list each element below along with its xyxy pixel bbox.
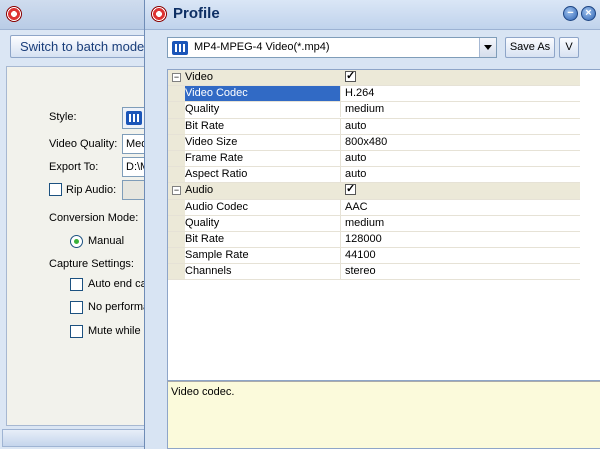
property-name: Sample Rate	[185, 248, 341, 264]
dialog-titlebar: Profile − ×	[145, 0, 600, 30]
property-value[interactable]: 44100	[345, 248, 376, 263]
property-value[interactable]: medium	[345, 102, 384, 117]
manual-radio[interactable]	[70, 235, 83, 248]
property-name: Quality	[185, 102, 341, 118]
property-name: Video Codec	[185, 86, 341, 102]
property-grid-rows: −VideoVideo CodecH.264QualitymediumBit R…	[168, 69, 580, 281]
property-row[interactable]: Aspect Ratio auto	[168, 167, 580, 184]
property-value[interactable]: auto	[345, 119, 366, 134]
app-logo-icon	[6, 6, 22, 22]
style-picker[interactable]	[122, 107, 146, 129]
description-panel: Video codec.	[167, 381, 600, 449]
property-row[interactable]: Quality medium	[168, 215, 580, 232]
collapse-icon[interactable]: −	[172, 186, 181, 196]
property-value[interactable]: stereo	[345, 264, 376, 279]
minimize-icon[interactable]: −	[563, 6, 578, 21]
property-category-row[interactable]: − Video	[168, 69, 580, 87]
app-logo-icon	[151, 6, 167, 22]
style-label: Style:	[49, 111, 77, 123]
chevron-down-icon[interactable]	[479, 38, 496, 57]
dialog-title: Profile	[173, 5, 220, 22]
property-category-row[interactable]: − Audio	[168, 182, 580, 200]
save-as-button[interactable]: Save As	[505, 37, 555, 58]
property-value[interactable]: medium	[345, 216, 384, 231]
property-row[interactable]: Video Size 800x480	[168, 134, 580, 151]
rip-audio-label: Rip Audio:	[66, 184, 117, 196]
mute-checkbox[interactable]	[70, 325, 83, 338]
conversion-mode-label: Conversion Mode:	[49, 212, 139, 224]
property-value[interactable]: auto	[345, 151, 366, 166]
switch-batch-mode-button[interactable]: Switch to batch mode	[10, 35, 150, 58]
category-enable-checkbox[interactable]	[345, 69, 356, 82]
video-quality-label: Video Quality:	[49, 138, 118, 150]
property-value[interactable]: 800x480	[345, 135, 387, 150]
export-to-label: Export To:	[49, 161, 99, 173]
property-name: Bit Rate	[185, 118, 341, 134]
property-name: Audio Codec	[185, 199, 341, 215]
property-row[interactable]: Frame Rate auto	[168, 150, 580, 168]
property-name: Audio	[185, 183, 341, 199]
property-name: Bit Rate	[185, 231, 341, 247]
collapse-icon[interactable]: −	[172, 73, 181, 82]
film-icon	[126, 111, 142, 125]
status-bar	[2, 429, 152, 447]
property-value[interactable]: 128000	[345, 232, 382, 247]
property-name: Frame Rate	[185, 150, 341, 166]
property-row[interactable]: Bit Rate 128000	[168, 231, 580, 249]
property-row[interactable]: Sample Rate 44100	[168, 248, 580, 265]
property-row[interactable]: Channels stereo	[168, 264, 580, 281]
v-button[interactable]: V	[559, 37, 579, 58]
property-row[interactable]: Audio Codec AAC	[168, 199, 580, 216]
profile-dialog: Profile − × MP4-MPEG-4 Video(*.mp4) Save…	[144, 0, 600, 449]
category-enable-checkbox[interactable]	[345, 182, 356, 196]
auto-end-checkbox[interactable]	[70, 278, 83, 291]
property-name: Channels	[185, 264, 341, 280]
format-select[interactable]: MP4-MPEG-4 Video(*.mp4)	[167, 37, 497, 58]
property-name: Video	[185, 70, 341, 85]
property-name: Quality	[185, 215, 341, 231]
close-icon[interactable]: ×	[581, 6, 596, 21]
property-row[interactable]: Bit Rate auto	[168, 118, 580, 135]
property-name: Video Size	[185, 134, 341, 150]
capture-settings-label: Capture Settings:	[49, 258, 134, 270]
format-value: MP4-MPEG-4 Video(*.mp4)	[194, 41, 330, 53]
property-value[interactable]: AAC	[345, 200, 368, 215]
no-performance-checkbox[interactable]	[70, 301, 83, 314]
property-row[interactable]: Quality medium	[168, 102, 580, 119]
property-grid: −VideoVideo CodecH.264QualitymediumBit R…	[167, 69, 600, 381]
film-icon	[172, 41, 188, 55]
property-value[interactable]: H.264	[345, 86, 374, 101]
rip-audio-checkbox[interactable]	[49, 183, 62, 196]
property-row[interactable]: Video Codec H.264	[168, 86, 580, 103]
mute-label: Mute while c	[88, 325, 150, 337]
description-text: Video codec.	[171, 386, 235, 398]
manual-label: Manual	[88, 235, 125, 247]
property-name: Aspect Ratio	[185, 167, 341, 183]
property-value[interactable]: auto	[345, 167, 366, 182]
